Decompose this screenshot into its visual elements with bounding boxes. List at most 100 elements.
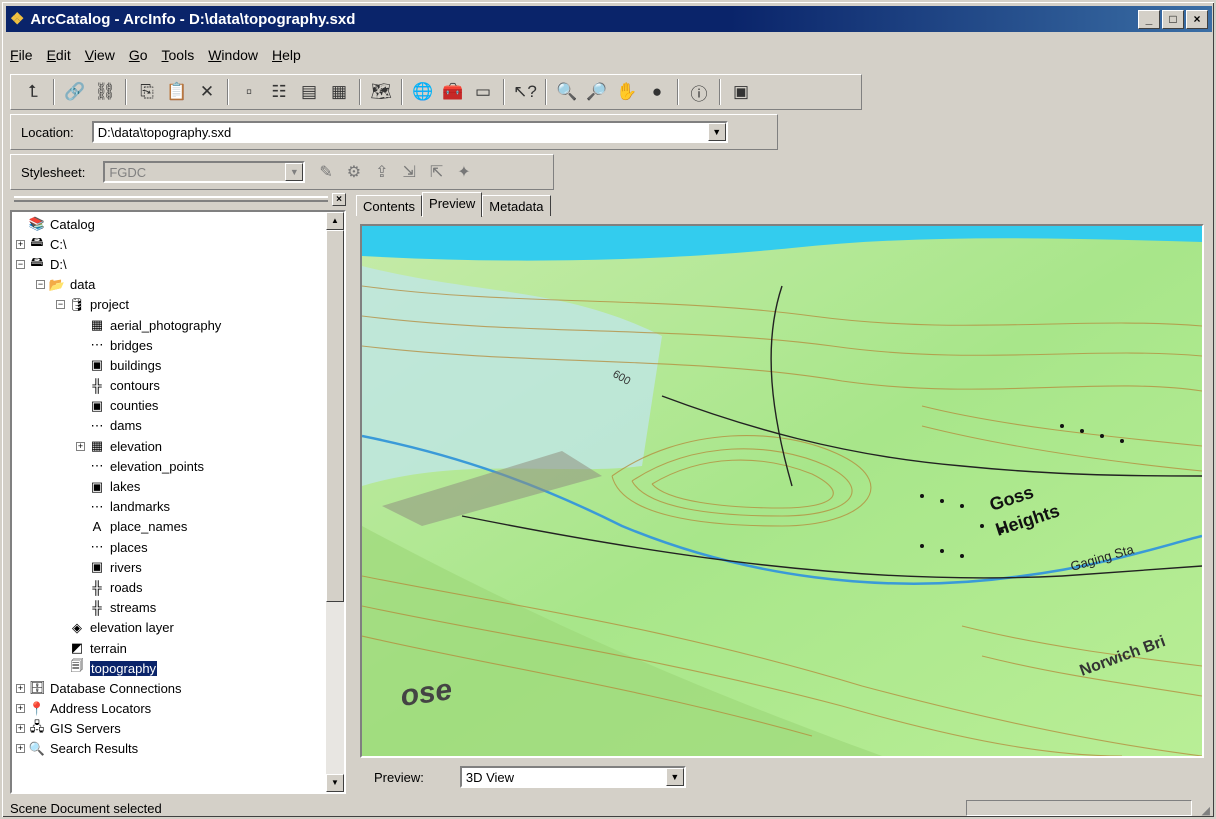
tree-node[interactable]: ⋯ landmarks bbox=[16, 497, 324, 517]
tree-node[interactable]: ╬ streams bbox=[16, 598, 324, 618]
pan-icon[interactable]: ✋ bbox=[613, 78, 641, 106]
tree-node[interactable]: ╬ contours bbox=[16, 376, 324, 396]
expand-icon[interactable]: + bbox=[16, 724, 25, 734]
list-icon[interactable]: ☷ bbox=[265, 78, 293, 106]
chevron-down-icon[interactable]: ▼ bbox=[665, 768, 684, 786]
export-metadata-icon[interactable]: ⇱ bbox=[430, 162, 443, 182]
tree-node[interactable]: ╬ roads bbox=[16, 577, 324, 597]
tree-node[interactable]: ◩ terrain bbox=[16, 638, 324, 658]
tree-node-label: contours bbox=[110, 378, 160, 394]
close-icon[interactable]: × bbox=[332, 192, 346, 206]
tree-node[interactable]: ◈ elevation layer bbox=[16, 618, 324, 638]
disconnect-folder-icon[interactable]: ⛓ bbox=[91, 78, 119, 106]
3d-preview-viewport[interactable]: Goss Heights Gaging Sta Norwich Bri ose … bbox=[360, 224, 1204, 758]
tree-node[interactable]: + ▦ elevation bbox=[16, 436, 324, 456]
expand-icon[interactable]: + bbox=[16, 683, 25, 693]
large-icons-icon[interactable]: ▫ bbox=[235, 78, 263, 106]
tree-node[interactable]: + 🖴 C:\ bbox=[16, 234, 324, 254]
paste-icon[interactable]: 📋 bbox=[163, 78, 191, 106]
delete-icon[interactable]: ✕ bbox=[193, 78, 221, 106]
tree-node[interactable]: ⋯ dams bbox=[16, 416, 324, 436]
menu-tools[interactable]: Tools bbox=[162, 47, 195, 63]
tree-node[interactable]: ⋯ elevation_points bbox=[16, 456, 324, 476]
expand-icon[interactable]: + bbox=[76, 441, 85, 451]
full-extent-icon[interactable]: ● bbox=[643, 78, 671, 106]
menu-window[interactable]: Window bbox=[208, 47, 258, 63]
generate-thumbnail-icon[interactable]: ▣ bbox=[727, 78, 755, 106]
tab-contents[interactable]: Contents bbox=[356, 195, 423, 216]
menu-help[interactable]: Help bbox=[272, 47, 301, 63]
create-update-metadata-icon[interactable]: ⇪ bbox=[375, 162, 388, 182]
whats-this-icon[interactable]: ↖? bbox=[511, 78, 539, 106]
geodatabase-icon: 🛢 bbox=[68, 296, 86, 312]
tree-node[interactable]: + 🗄 Database Connections bbox=[16, 678, 324, 698]
scroll-thumb[interactable] bbox=[326, 230, 344, 602]
menu-go[interactable]: Go bbox=[129, 47, 148, 63]
tab-preview[interactable]: Preview bbox=[422, 192, 483, 217]
tree-node[interactable]: − 📂 data bbox=[16, 275, 324, 295]
zoom-in-icon[interactable]: 🔍 bbox=[553, 78, 581, 106]
command-line-icon[interactable]: ▭ bbox=[469, 78, 497, 106]
tree-node[interactable]: − 🛢 project bbox=[16, 295, 324, 315]
metadata-properties-icon[interactable]: ⚙ bbox=[347, 162, 361, 182]
expand-icon[interactable]: + bbox=[16, 239, 25, 249]
tree-node[interactable]: ⋯ places bbox=[16, 537, 324, 557]
title-bar[interactable]: ❖ ArcCatalog - ArcInfo - D:\data\topogra… bbox=[6, 6, 1212, 32]
search-icon[interactable]: 🌐 bbox=[409, 78, 437, 106]
tree-node[interactable]: + 📍 Address Locators bbox=[16, 699, 324, 719]
tree-nodes: 📚 Catalog + 🖴 C:\ − 🖴 D:\ − 📂 data − 🛢 project ▦ aerial… bbox=[16, 214, 324, 759]
tree-node[interactable]: Aplace_names bbox=[16, 517, 324, 537]
stylesheet-combo[interactable]: FGDC ▼ bbox=[103, 161, 306, 183]
tree-node[interactable]: ▣ rivers bbox=[16, 557, 324, 577]
collapse-icon[interactable]: − bbox=[56, 300, 65, 310]
tree-node-label: streams bbox=[110, 600, 157, 616]
import-metadata-icon[interactable]: ⇲ bbox=[402, 162, 415, 182]
zoom-out-icon[interactable]: 🔎 bbox=[583, 78, 611, 106]
thumbnails-icon[interactable]: ▦ bbox=[325, 78, 353, 106]
preview-label: Preview: bbox=[374, 769, 424, 785]
collapse-icon[interactable]: − bbox=[36, 280, 45, 290]
window-title: ArcCatalog - ArcInfo - D:\data\topograph… bbox=[30, 10, 356, 28]
identify-icon[interactable]: ⓘ bbox=[685, 78, 713, 106]
expand-icon[interactable]: + bbox=[16, 704, 25, 714]
menu-view[interactable]: View bbox=[85, 47, 115, 63]
collapse-icon[interactable]: − bbox=[16, 259, 25, 269]
menu-file[interactable]: File bbox=[10, 47, 33, 63]
tree-node[interactable]: 📚 Catalog bbox=[16, 214, 324, 234]
tree-node[interactable]: ⋯ bridges bbox=[16, 335, 324, 355]
tab-metadata[interactable]: Metadata bbox=[482, 195, 551, 216]
preview-type-select[interactable]: 3D View ▼ bbox=[459, 766, 686, 788]
tree-node[interactable]: ▣ lakes bbox=[16, 476, 324, 496]
up-one-level-icon[interactable]: ⮤ bbox=[19, 78, 47, 106]
scroll-up-icon[interactable]: ▲ bbox=[326, 212, 344, 230]
chevron-down-icon[interactable]: ▼ bbox=[285, 163, 304, 181]
catalog-tree-panel: × 📚 Catalog + 🖴 C:\ − 🖴 D:\ − 📂 data − 🛢 project ▦ aeri… bbox=[10, 192, 346, 796]
tree-node[interactable]: + 🔍 Search Results bbox=[16, 739, 324, 759]
minimize-button[interactable]: _ bbox=[1138, 9, 1160, 29]
menu-edit[interactable]: Edit bbox=[47, 47, 71, 63]
launch-arcmap-icon[interactable]: 🗺 bbox=[367, 78, 395, 106]
tree-node-label: lakes bbox=[110, 479, 141, 495]
tree-node[interactable]: − 🖴 D:\ bbox=[16, 254, 324, 274]
maximize-button[interactable]: □ bbox=[1162, 9, 1184, 29]
metadata-wizard-icon[interactable]: ✦ bbox=[457, 162, 470, 182]
chevron-down-icon[interactable]: ▼ bbox=[707, 123, 726, 141]
location-combo[interactable]: D:\data\topography.sxd ▼ bbox=[91, 121, 728, 143]
tree-node[interactable]: 🗐 topography bbox=[16, 658, 324, 678]
toolbar-separator bbox=[719, 79, 721, 105]
tree-node[interactable]: ▣ buildings bbox=[16, 355, 324, 375]
expand-icon[interactable]: + bbox=[16, 744, 25, 754]
copy-icon[interactable]: ⎘ bbox=[133, 78, 161, 106]
tree-node[interactable]: ▦ aerial_photography bbox=[16, 315, 324, 335]
scroll-down-icon[interactable]: ▼ bbox=[326, 774, 344, 792]
edit-metadata-icon[interactable]: ✎ bbox=[319, 162, 332, 182]
tree-node[interactable]: ▣ counties bbox=[16, 396, 324, 416]
connect-folder-icon[interactable]: 🔗 bbox=[61, 78, 89, 106]
details-icon[interactable]: ▤ bbox=[295, 78, 323, 106]
resize-grip-icon[interactable]: ◢ bbox=[1202, 804, 1210, 817]
arctoolbox-icon[interactable]: 🧰 bbox=[439, 78, 467, 106]
close-button[interactable]: × bbox=[1186, 9, 1208, 29]
dock-grip[interactable] bbox=[14, 196, 328, 202]
tree-scrollbar[interactable]: ▲ ▼ bbox=[326, 212, 344, 792]
tree-node[interactable]: + 🖧 GIS Servers bbox=[16, 719, 324, 739]
